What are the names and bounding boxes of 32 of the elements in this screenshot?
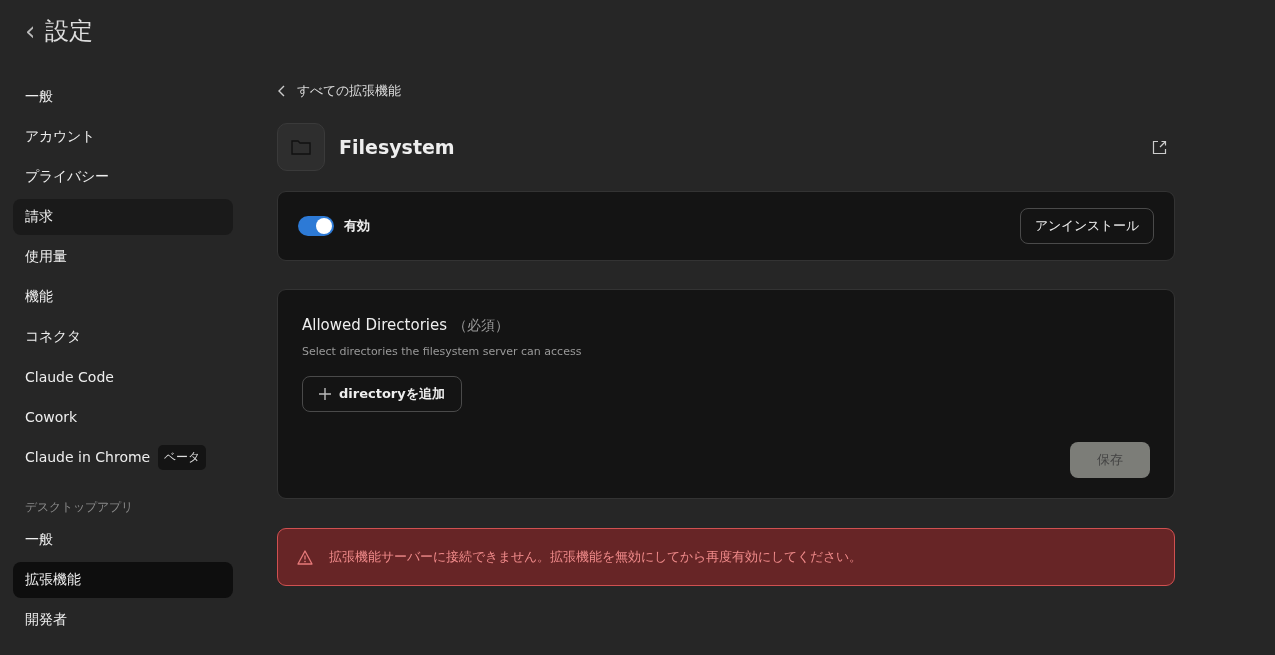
- sidebar-item[interactable]: 請求: [13, 199, 233, 235]
- external-link-icon[interactable]: [1152, 139, 1167, 155]
- required-label: （必須）: [453, 317, 510, 335]
- sidebar-item[interactable]: 開発者: [13, 602, 233, 638]
- back-link[interactable]: すべての拡張機能: [277, 82, 401, 100]
- chevron-left-icon: [277, 85, 287, 97]
- toggle-label: 有効: [344, 217, 370, 235]
- page-title: 設定: [45, 16, 94, 47]
- sidebar-item[interactable]: コネクタ: [13, 319, 233, 355]
- error-message: 拡張機能サーバーに接続できません。拡張機能を無効にしてから再度有効にしてください。: [329, 548, 862, 566]
- folder-icon: [277, 123, 325, 171]
- sidebar-item[interactable]: 機能: [13, 279, 233, 315]
- sidebar-item[interactable]: Claude Code: [13, 359, 233, 395]
- beta-badge: ベータ: [158, 444, 207, 470]
- sidebar-item[interactable]: 使用量: [13, 239, 233, 275]
- sidebar-item[interactable]: アカウント: [13, 119, 233, 155]
- plus-icon: [319, 388, 331, 400]
- sidebar-item[interactable]: 一般: [13, 522, 233, 558]
- sidebar-item[interactable]: 拡張機能: [13, 562, 233, 598]
- back-button[interactable]: ‹: [25, 16, 36, 46]
- setting-description: Select directories the filesystem server can access: [302, 345, 583, 358]
- extension-name: Filesystem: [339, 136, 456, 158]
- toggle-switch[interactable]: [298, 216, 334, 236]
- sidebar-item[interactable]: 一般: [13, 79, 233, 115]
- setting-title: Allowed Directories: [302, 316, 448, 334]
- sidebar-item[interactable]: Cowork: [13, 399, 233, 435]
- sidebar-item[interactable]: プライバシー: [13, 159, 233, 195]
- uninstall-button[interactable]: アンインストール: [1020, 208, 1154, 244]
- sidebar-item[interactable]: Claude in Chrome ベータ: [13, 439, 233, 475]
- section-heading: デスクトップアプリ: [24, 499, 134, 516]
- add-directory-button[interactable]: directoryを追加: [302, 376, 462, 412]
- warning-icon: [297, 549, 313, 565]
